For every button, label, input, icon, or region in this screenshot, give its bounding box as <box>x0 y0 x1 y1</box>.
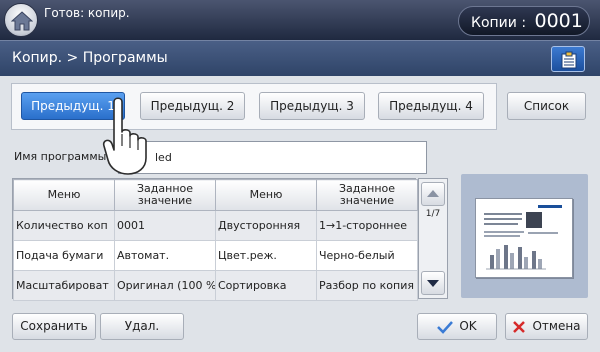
table-scrollbar: 1/7 <box>418 178 448 299</box>
home-icon <box>11 11 33 31</box>
status-text: Готов: копир. <box>44 6 130 20</box>
copies-label: Копии <box>471 15 517 31</box>
home-button[interactable] <box>4 3 38 37</box>
document-preview-thumbnail <box>475 198 573 278</box>
column-header-menu: Меню <box>13 179 115 211</box>
ok-label: OK <box>459 319 477 333</box>
list-button[interactable]: Список <box>507 92 586 120</box>
table-row[interactable]: Масштабироват Оригинал (100 % Сортировка… <box>13 270 418 301</box>
title-bar: Копир. > Программы <box>0 40 600 76</box>
table-cell: Разбор по копия <box>316 270 418 301</box>
table-cell: Черно-белый <box>316 240 418 271</box>
arrow-down-icon <box>427 280 439 287</box>
program-name-label: Имя программы <box>14 150 107 163</box>
cancel-button[interactable]: Отмена <box>505 313 588 340</box>
table-cell: Подача бумаги <box>13 240 115 271</box>
table-cell: 1→1-стороннее <box>316 210 418 241</box>
scroll-up-button[interactable] <box>421 182 445 206</box>
table-cell: Двусторонняя <box>215 210 317 241</box>
delete-button[interactable]: Удал. <box>100 313 184 340</box>
document-preview-image <box>484 205 562 270</box>
column-header-value: Заданное значение <box>316 179 418 211</box>
copies-counter[interactable]: Копии : 0001 <box>458 6 590 36</box>
table-cell: Автомат. <box>114 240 216 271</box>
preset-3-button[interactable]: Предыдущ. 3 <box>259 92 365 120</box>
ok-button[interactable]: OK <box>417 313 497 340</box>
column-header-menu: Меню <box>215 179 317 211</box>
program-list-button[interactable] <box>551 46 585 72</box>
clipboard-icon <box>561 51 577 69</box>
preview-pane <box>461 174 588 298</box>
page-title: Копир. > Программы <box>12 50 168 66</box>
table-cell: Количество коп <box>13 210 115 241</box>
table-row[interactable]: Подача бумаги Автомат. Цвет.реж. Черно-б… <box>13 240 418 271</box>
table-cell: 0001 <box>114 210 216 241</box>
settings-table: Меню Заданное значение Меню Заданное зна… <box>12 178 418 301</box>
page-indicator: 1/7 <box>425 209 441 219</box>
table-cell: Оригинал (100 % <box>114 270 216 301</box>
table-cell: Цвет.реж. <box>215 240 317 271</box>
check-icon <box>437 320 454 334</box>
table-cell: Сортировка <box>215 270 317 301</box>
pointing-hand-icon <box>102 97 147 175</box>
cancel-label: Отмена <box>532 319 581 333</box>
copies-separator: : <box>521 15 527 31</box>
table-cell: Масштабироват <box>13 270 115 301</box>
column-header-value: Заданное значение <box>114 179 216 211</box>
preset-4-button[interactable]: Предыдущ. 4 <box>378 92 484 120</box>
close-icon <box>513 320 526 333</box>
status-bar: Готов: копир. Копии : 0001 <box>0 0 600 40</box>
scroll-down-button[interactable] <box>421 271 445 295</box>
copies-value: 0001 <box>534 10 583 32</box>
program-name-field[interactable]: led <box>118 141 427 174</box>
table-row[interactable]: Количество коп 0001 Двусторонняя 1→1-сто… <box>13 210 418 241</box>
table-header-row: Меню Заданное значение Меню Заданное зна… <box>13 179 418 211</box>
arrow-up-icon <box>427 190 439 197</box>
save-button[interactable]: Сохранить <box>12 313 96 340</box>
